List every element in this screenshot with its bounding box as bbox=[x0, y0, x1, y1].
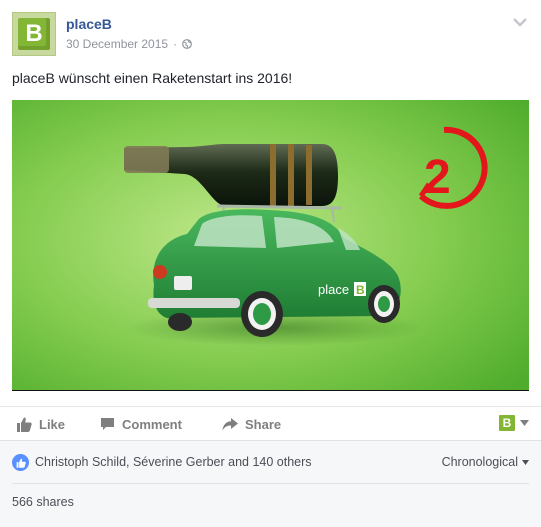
post-actions: Like Comment Share B bbox=[0, 406, 541, 441]
placeb-logo-icon: B bbox=[18, 18, 50, 50]
share-label: Share bbox=[245, 416, 282, 432]
share-button[interactable]: Share bbox=[222, 407, 281, 441]
comment-button[interactable]: Comment bbox=[100, 407, 182, 441]
comment-label: Comment bbox=[122, 416, 182, 432]
sort-label: Chronological bbox=[441, 455, 518, 469]
comment-sort-dropdown[interactable]: Chronological bbox=[442, 455, 529, 469]
share-arrow-icon bbox=[222, 418, 238, 431]
reactions-bar: Christoph Schild, Séverine Gerber and 14… bbox=[12, 441, 529, 484]
like-button[interactable]: Like bbox=[16, 407, 65, 441]
facebook-post: B placeB 30 December 2015 · placeB wünsc… bbox=[0, 0, 541, 527]
like-label: Like bbox=[39, 416, 66, 432]
caret-down-icon bbox=[520, 420, 529, 426]
meta-separator: · bbox=[173, 37, 178, 51]
author-name[interactable]: placeB bbox=[66, 16, 112, 32]
post-header: B placeB 30 December 2015 · bbox=[12, 12, 529, 58]
comment-bubble-icon bbox=[101, 418, 114, 430]
like-reaction-icon bbox=[12, 454, 29, 471]
globe-icon bbox=[182, 39, 192, 49]
post-message: placeB wünscht einen Raketenstart ins 20… bbox=[12, 70, 293, 86]
chevron-down-icon[interactable] bbox=[511, 15, 529, 29]
post-footer: Christoph Schild, Séverine Gerber and 14… bbox=[0, 440, 541, 527]
thumbs-up-icon bbox=[17, 417, 32, 432]
post-meta: 30 December 2015 · bbox=[66, 37, 192, 51]
shares-count[interactable]: 566 shares bbox=[12, 495, 74, 509]
reactors-link[interactable]: Christoph Schild, Séverine Gerber and 14… bbox=[35, 455, 312, 469]
page-identity-selector[interactable]: B bbox=[499, 415, 529, 431]
page-avatar[interactable]: B bbox=[12, 12, 56, 56]
caret-down-icon bbox=[522, 459, 529, 465]
countdown-number: 2 bbox=[424, 151, 451, 204]
green-car-with-champagne-bottle-image: place B 2 bbox=[12, 100, 529, 390]
placeb-mini-logo-icon: B bbox=[499, 415, 515, 431]
car-brand-text: place bbox=[318, 282, 349, 297]
post-photo[interactable]: place B 2 bbox=[12, 100, 529, 391]
post-timestamp[interactable]: 30 December 2015 bbox=[66, 37, 168, 51]
car-logo-letter: B bbox=[356, 283, 365, 297]
